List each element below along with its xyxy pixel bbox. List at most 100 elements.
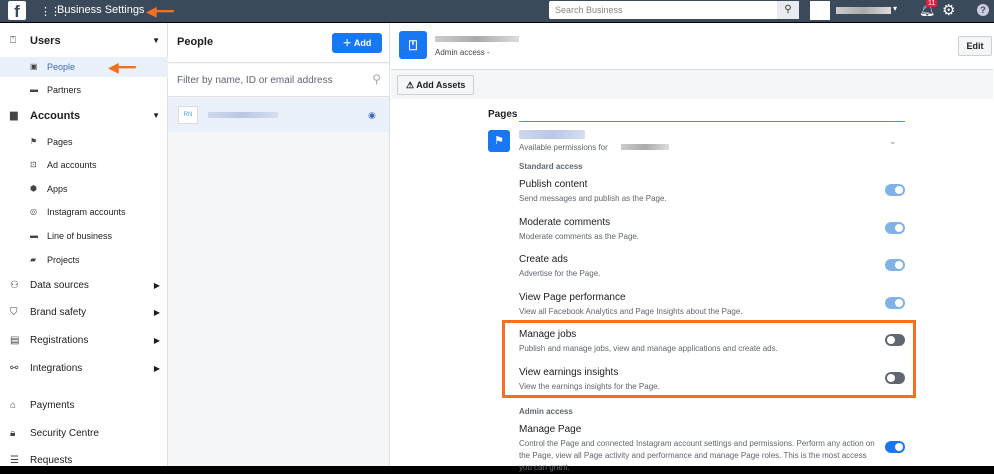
help-icon[interactable]: ? <box>977 4 989 16</box>
sidebar-item-registrations[interactable]: ▤ Registrations ▶ <box>0 331 168 351</box>
admin-access-heading: Admin access <box>519 407 573 416</box>
sidebar-item-brand-safety[interactable]: ⛉ Brand safety ▶ <box>0 303 168 323</box>
permission-title: Create ads <box>519 254 568 265</box>
archive-icon: ▆ <box>10 110 18 121</box>
permission-desc: Send messages and publish as the Page. <box>519 194 667 203</box>
permission-toggle[interactable] <box>885 297 905 309</box>
page-name-blurred-2 <box>621 144 669 150</box>
user-name-blurred <box>435 36 519 42</box>
permission-toggle[interactable] <box>885 222 905 234</box>
sidebar-item-projects[interactable]: ▰ Projects <box>0 250 168 270</box>
tab-underline <box>519 121 905 122</box>
sidebar-item-accounts[interactable]: ▆ Accounts ▼ <box>0 106 168 126</box>
access-level: Admin access - <box>435 48 490 57</box>
sidebar-item-label: Line of business <box>47 231 113 241</box>
sidebar-item-requests[interactable]: ☰ Requests <box>0 451 168 471</box>
highlight-box <box>502 320 916 398</box>
top-bar: f ⋮⋮⋮ Business Settings ◀━━ Search Busin… <box>0 0 994 22</box>
sidebar-item-label: Apps <box>47 184 68 194</box>
caret-down-icon[interactable]: ▼ <box>152 31 160 51</box>
permission-title: Publish content <box>519 179 588 190</box>
sidebar-item-label: Brand safety <box>30 307 87 318</box>
sidebar-item-apps[interactable]: ⬢ Apps <box>0 179 168 199</box>
bank-icon: ⌂ <box>10 400 17 411</box>
user-avatar-icon: ⍞ <box>399 31 427 59</box>
sidebar-item-label: Projects <box>47 255 80 265</box>
instagram-icon: ◎ <box>30 207 37 216</box>
person-name-blurred <box>208 112 278 118</box>
sidebar-item-users[interactable]: ⍞ Users ▼ <box>0 31 168 51</box>
annotation-arrow-icon: ◀━━ <box>108 59 136 75</box>
sidebar-item-instagram-accounts[interactable]: ◎ Instagram accounts <box>0 202 168 222</box>
app-title[interactable]: Business Settings <box>57 4 144 16</box>
facebook-logo-icon[interactable]: f <box>8 1 26 21</box>
notification-badge: 11 <box>926 0 938 7</box>
people-panel: People ＋ Add Filter by name, ID or email… <box>168 23 390 466</box>
requests-icon: ☰ <box>10 455 19 466</box>
sidebar-item-label: Users <box>30 35 61 47</box>
account-name-blurred[interactable] <box>836 7 891 14</box>
sidebar-item-label: Accounts <box>30 110 81 122</box>
sidebar-item-people[interactable]: ▣ People <box>0 57 168 77</box>
permission-toggle[interactable] <box>885 184 905 196</box>
sidebar-item-ad-accounts[interactable]: ⊡ Ad accounts <box>0 155 168 175</box>
sidebar-item-label: Pages <box>47 137 73 147</box>
tab-pages[interactable]: Pages <box>488 109 517 120</box>
sidebar-item-label: People <box>47 62 76 72</box>
permission-desc: Advertise for the Page. <box>519 269 601 278</box>
add-person-button[interactable]: ＋ Add <box>332 33 382 53</box>
shield-icon: ⛉ <box>10 307 18 318</box>
flag-icon: ⚑ <box>30 137 38 146</box>
edit-button[interactable]: Edit <box>958 36 992 56</box>
integrations-icon: ⚯ <box>10 363 19 374</box>
search-icon: ⚲ <box>372 72 381 86</box>
chevron-down-icon[interactable]: ▾ <box>893 4 897 13</box>
sidebar-item-payments[interactable]: ⌂ Payments <box>0 396 168 416</box>
permission-desc: View all Facebook Analytics and Page Ins… <box>519 307 743 316</box>
gear-icon[interactable]: ⚙ <box>942 1 955 19</box>
permission-title: Manage Page <box>519 424 582 435</box>
available-permissions-label: Available permissions for <box>519 143 608 152</box>
radio-selected-icon[interactable]: ◉ <box>368 110 376 121</box>
sidebar-item-pages[interactable]: ⚑ Pages <box>0 132 168 152</box>
manage-page-toggle[interactable] <box>885 441 905 453</box>
briefcase-icon: ▬ <box>30 85 38 94</box>
sidebar-item-label: Data sources <box>30 280 89 291</box>
sidebar-item-line-of-business[interactable]: ▬ Line of business <box>0 226 168 246</box>
sidebar-item-label: Registrations <box>30 335 89 346</box>
sidebar-item-label: Payments <box>30 400 75 411</box>
sidebar: ⍞ Users ▼ ▣ People ▬ Partners ▆ Accounts ▼ ⚑ Pages ⊡… <box>0 23 168 466</box>
caret-right-icon[interactable]: ▶ <box>154 276 160 296</box>
sidebar-item-label: Security Centre <box>30 428 99 439</box>
business-avatar[interactable] <box>810 1 830 20</box>
cube-icon: ⬢ <box>30 184 37 193</box>
sidebar-item-data-sources[interactable]: ⚇ Data sources ▶ <box>0 276 168 296</box>
caret-right-icon[interactable]: ▶ <box>154 331 160 351</box>
folder-icon: ▰ <box>30 255 37 264</box>
search-icon[interactable]: ⚲ <box>777 1 799 19</box>
sidebar-item-label: Instagram accounts <box>47 207 126 217</box>
caret-down-icon[interactable]: ▼ <box>152 106 160 126</box>
sidebar-item-integrations[interactable]: ⚯ Integrations ▶ <box>0 359 168 379</box>
standard-access-heading: Standard access <box>519 162 583 171</box>
sidebar-item-label: Requests <box>30 455 73 466</box>
add-assets-button[interactable]: ⚠︎ Add Assets <box>397 75 475 95</box>
search-input[interactable]: Search Business ⚲ <box>549 1 799 19</box>
permission-toggle[interactable] <box>885 259 905 271</box>
sidebar-item-partners[interactable]: ▬ Partners <box>0 80 168 100</box>
caret-right-icon[interactable]: ▶ <box>154 303 160 323</box>
person-row[interactable]: RN ◉ <box>168 98 389 132</box>
sidebar-item-security-centre[interactable]: 🔒︎ Security Centre <box>0 424 168 444</box>
person-icon: ▣ <box>30 62 38 71</box>
briefcase-icon: ▬ <box>30 231 38 240</box>
caret-right-icon[interactable]: ▶ <box>154 359 160 379</box>
annotation-arrow-icon: ◀━━ <box>146 3 174 19</box>
data-icon: ⚇ <box>10 280 19 291</box>
ad-icon: ⊡ <box>30 160 37 169</box>
sidebar-item-label: Partners <box>47 85 82 95</box>
permission-title: View Page performance <box>519 292 626 303</box>
filter-input[interactable]: Filter by name, ID or email address ⚲ <box>168 64 389 97</box>
clipboard-icon: ▤ <box>10 335 20 346</box>
page-flag-icon: ⚑ <box>488 130 510 152</box>
chevron-down-icon[interactable]: ⌄ <box>889 136 897 147</box>
